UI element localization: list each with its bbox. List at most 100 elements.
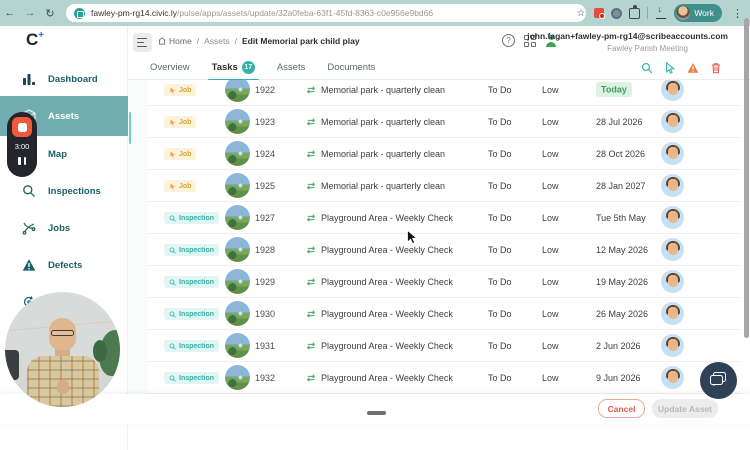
browser-toolbar: ← → ↻ fawley-pm-rg14.civic.ly/pulse/apps… <box>0 0 750 26</box>
extensions-puzzle-icon[interactable] <box>629 4 641 19</box>
collapse-menu-button[interactable] <box>133 33 152 52</box>
drag-handle[interactable] <box>367 411 386 415</box>
recurring-icon <box>306 277 316 286</box>
task-priority: Low <box>542 372 559 383</box>
task-status: To Do <box>488 116 512 127</box>
table-row[interactable]: Inspection 1932 Playground Area - Weekly… <box>148 362 741 394</box>
breadcrumb-assets[interactable]: Assets <box>204 36 230 46</box>
task-due-date: 28 Jul 2026 <box>596 116 643 127</box>
sidebar-item-dashboard[interactable]: Dashboard <box>0 61 128 97</box>
assignee-avatar[interactable] <box>661 110 684 133</box>
task-id: 1929 <box>255 276 276 287</box>
sidebar-item-jobs[interactable]: Jobs <box>0 210 128 246</box>
help-icon[interactable]: ? <box>502 34 515 47</box>
task-name: Memorial park - quarterly clean <box>321 84 446 95</box>
task-due-date: 2 Jun 2026 <box>596 340 641 351</box>
tab-overview[interactable]: Overview <box>146 56 194 80</box>
browser-reload-icon[interactable]: ↻ <box>40 7 60 20</box>
inspection-magnifier-icon <box>169 375 176 382</box>
update-asset-button[interactable]: Update Asset <box>652 399 718 418</box>
table-row[interactable]: Inspection 1931 Playground Area - Weekly… <box>148 330 741 362</box>
account-organisation: Fawley Parish Meeting <box>607 44 688 53</box>
main-panel: Home / Assets / Edit Memorial park child… <box>128 26 750 450</box>
screen: ← → ↻ fawley-pm-rg14.civic.ly/pulse/apps… <box>0 0 750 450</box>
form-footer: Cancel Update Asset <box>0 394 750 424</box>
task-type-badge: Inspection <box>164 308 220 320</box>
plant <box>93 330 120 376</box>
recurring-icon <box>306 149 316 158</box>
table-row[interactable]: Inspection 1929 Playground Area - Weekly… <box>148 266 741 298</box>
asset-thumbnail <box>225 237 250 262</box>
table-row[interactable]: Job 1925 Memorial park - quarterly clean… <box>148 170 741 202</box>
browser-back-icon[interactable]: ← <box>0 7 20 19</box>
task-priority: Low <box>542 244 559 255</box>
account-info[interactable]: john.fagan+fawley-pm-rg14@scribeaccounts… <box>527 31 728 53</box>
app-logo[interactable]: C+ <box>26 30 44 50</box>
task-status: To Do <box>488 276 512 287</box>
table-row[interactable]: Job 1922 Memorial park - quarterly clean… <box>148 80 741 106</box>
tab-documents[interactable]: Documents <box>323 56 379 80</box>
task-id: 1923 <box>255 116 276 127</box>
chat-widget-button[interactable] <box>700 362 737 399</box>
task-due-date: 26 May 2026 <box>596 308 649 319</box>
table-row[interactable]: Job 1923 Memorial park - quarterly clean… <box>148 106 741 138</box>
extension-icon-red[interactable] <box>594 8 606 19</box>
glasses <box>51 330 74 336</box>
task-name: Playground Area - Weekly Check <box>321 244 453 255</box>
tab-assets[interactable]: Assets <box>273 56 310 80</box>
select-cursor-icon[interactable] <box>664 62 676 74</box>
stop-recording-button[interactable] <box>12 117 32 137</box>
task-name-cell: Memorial park - quarterly clean <box>306 181 488 191</box>
sidebar-item-inspections[interactable]: Inspections <box>0 173 128 209</box>
browser-profile-chip[interactable]: Work <box>674 4 722 22</box>
table-row[interactable]: Job 1924 Memorial park - quarterly clean… <box>148 138 741 170</box>
warning-icon[interactable] <box>687 62 699 74</box>
inner-scrollbar[interactable] <box>128 112 131 144</box>
sidebar-item-defects[interactable]: Defects <box>0 247 128 283</box>
task-name: Playground Area - Weekly Check <box>321 308 453 319</box>
task-status: To Do <box>488 244 512 255</box>
assignee-avatar[interactable] <box>661 238 684 261</box>
bookmark-star-icon[interactable]: ☆ <box>576 8 585 19</box>
task-priority: Low <box>542 212 559 223</box>
breadcrumb-home[interactable]: Home <box>158 36 192 46</box>
assignee-avatar[interactable] <box>661 174 684 197</box>
assignee-avatar[interactable] <box>661 270 684 293</box>
tab-tasks[interactable]: Tasks 17 <box>207 56 260 81</box>
job-pointer-icon <box>170 87 175 93</box>
table-row[interactable]: Inspection 1927 Playground Area - Weekly… <box>148 202 741 234</box>
browser-menu-icon[interactable]: ⋮ <box>729 7 746 20</box>
table-gutter <box>128 80 148 420</box>
asset-thumbnail <box>225 109 250 134</box>
cancel-button[interactable]: Cancel <box>598 399 645 418</box>
table-row[interactable]: Inspection 1930 Playground Area - Weekly… <box>148 298 741 330</box>
extension-icon-circle[interactable] <box>611 7 623 19</box>
assignee-avatar[interactable] <box>661 302 684 325</box>
browser-forward-icon[interactable]: → <box>20 7 40 19</box>
assignee-avatar[interactable] <box>661 142 684 165</box>
task-name: Playground Area - Weekly Check <box>321 372 453 383</box>
delete-trash-icon[interactable] <box>710 62 722 74</box>
job-pointer-icon <box>170 183 175 189</box>
task-status: To Do <box>488 308 512 319</box>
downloads-icon[interactable] <box>655 4 667 19</box>
site-favicon <box>74 7 85 19</box>
pause-recording-button[interactable] <box>18 157 26 165</box>
inspection-magnifier-icon <box>169 247 176 254</box>
assignee-avatar[interactable] <box>661 334 684 357</box>
asset-thumbnail <box>225 80 250 102</box>
asset-thumbnail <box>225 365 250 390</box>
task-name-cell: Playground Area - Weekly Check <box>306 341 488 351</box>
search-icon[interactable] <box>641 62 653 74</box>
task-priority: Low <box>542 340 559 351</box>
task-priority: Low <box>542 116 559 127</box>
assignee-avatar[interactable] <box>661 366 684 389</box>
assignee-avatar[interactable] <box>661 206 684 229</box>
browser-scrollbar[interactable] <box>744 18 749 338</box>
recurring-icon <box>306 117 316 126</box>
address-bar[interactable]: fawley-pm-rg14.civic.ly/pulse/apps/asset… <box>66 4 586 22</box>
assignee-avatar[interactable] <box>661 80 684 101</box>
table-row[interactable]: Inspection 1928 Playground Area - Weekly… <box>148 234 741 266</box>
recurring-icon <box>306 373 316 382</box>
recording-widget[interactable]: 3:00 <box>7 112 37 177</box>
